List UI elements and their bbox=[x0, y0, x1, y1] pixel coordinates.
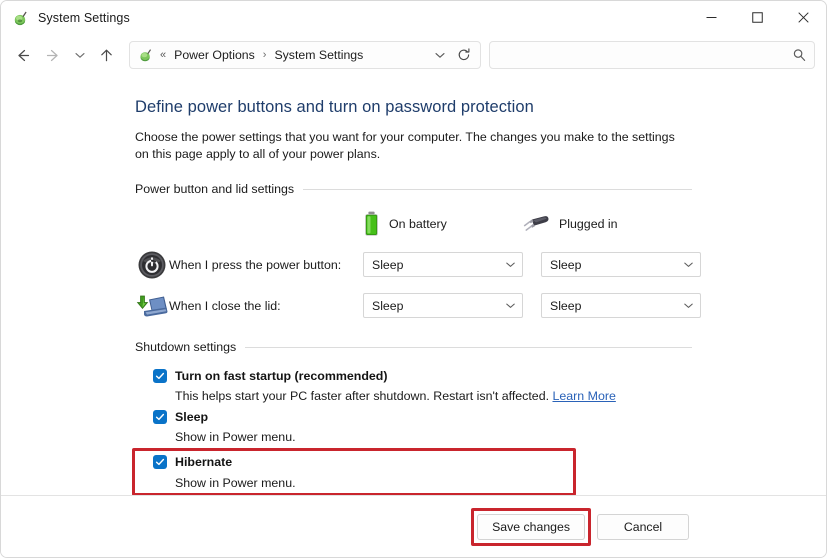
column-plugged-in: Plugged in bbox=[523, 214, 683, 234]
breadcrumb-item-power-options[interactable]: Power Options bbox=[172, 45, 257, 65]
column-on-battery-label: On battery bbox=[389, 217, 447, 231]
setting-row-close-lid: When I close the lid: Sleep Sleep bbox=[135, 285, 701, 326]
save-changes-button[interactable]: Save changes bbox=[477, 513, 585, 540]
checkbox-label-fast-startup: Turn on fast startup (recommended) bbox=[175, 369, 388, 383]
list-item: Hibernate Show in Power menu. bbox=[132, 448, 692, 495]
setting-row-power-button-label: When I press the power button: bbox=[169, 257, 342, 272]
shutdown-section-header: Shutdown settings bbox=[135, 340, 692, 354]
checkbox-row-sleep[interactable]: Sleep bbox=[135, 407, 692, 427]
breadcrumb-overflow[interactable]: « bbox=[160, 49, 166, 61]
power-button-icon bbox=[135, 250, 169, 280]
back-button[interactable] bbox=[7, 40, 38, 70]
footer-bar: Save changes Cancel bbox=[1, 495, 826, 557]
chevron-down-icon bbox=[505, 259, 516, 270]
forward-button[interactable] bbox=[38, 40, 69, 70]
close-lid-plugged-in-value: Sleep bbox=[550, 298, 582, 313]
search-icon[interactable] bbox=[792, 48, 806, 62]
minimize-button[interactable] bbox=[688, 1, 734, 34]
chevron-down-icon bbox=[505, 300, 516, 311]
shutdown-settings-list: Turn on fast startup (recommended) This … bbox=[132, 366, 692, 495]
list-item: Turn on fast startup (recommended) This … bbox=[135, 366, 692, 407]
breadcrumb-item-system-settings[interactable]: System Settings bbox=[272, 45, 365, 65]
power-lid-section-header: Power button and lid settings bbox=[135, 182, 692, 196]
close-lid-plugged-in-select[interactable]: Sleep bbox=[541, 293, 701, 318]
window-title: System Settings bbox=[38, 10, 130, 25]
learn-more-link[interactable]: Learn More bbox=[552, 389, 615, 403]
checkbox-label-hibernate: Hibernate bbox=[175, 455, 233, 469]
battery-icon bbox=[363, 211, 380, 237]
page-title: Define power buttons and turn on passwor… bbox=[135, 98, 534, 116]
close-lid-on-battery-value: Sleep bbox=[372, 298, 404, 313]
fast-startup-description-text: This helps start your PC faster after sh… bbox=[175, 389, 550, 403]
column-plugged-in-label: Plugged in bbox=[559, 217, 618, 231]
power-button-on-battery-select[interactable]: Sleep bbox=[363, 252, 523, 277]
breadcrumb-separator: › bbox=[262, 49, 267, 61]
column-headers: On battery Plugged in bbox=[135, 208, 692, 240]
search-box[interactable] bbox=[489, 41, 815, 69]
window-controls bbox=[688, 1, 826, 34]
chevron-down-icon bbox=[683, 300, 694, 311]
content-inner: Define power buttons and turn on passwor… bbox=[1, 98, 826, 495]
page-description: Choose the power settings that you want … bbox=[135, 130, 675, 161]
setting-row-power-button: When I press the power button: Sleep Sle… bbox=[135, 244, 701, 285]
checkbox-fast-startup[interactable] bbox=[153, 369, 167, 383]
checkbox-description-hibernate: Show in Power menu. bbox=[175, 476, 296, 490]
power-button-plugged-in-select[interactable]: Sleep bbox=[541, 252, 701, 277]
up-button[interactable] bbox=[91, 40, 122, 70]
checkbox-row-hibernate[interactable]: Hibernate bbox=[135, 451, 692, 473]
section-divider bbox=[245, 346, 692, 348]
checkbox-sleep[interactable] bbox=[153, 410, 167, 424]
navigation-bar: « Power Options › System Settings bbox=[1, 34, 826, 76]
power-button-plugged-in-value: Sleep bbox=[550, 257, 582, 272]
power-options-icon bbox=[12, 9, 30, 27]
power-plug-icon bbox=[523, 214, 550, 234]
address-bar[interactable]: « Power Options › System Settings bbox=[129, 41, 481, 69]
laptop-lid-icon bbox=[135, 292, 169, 320]
power-lid-section-title: Power button and lid settings bbox=[135, 182, 295, 196]
cancel-button[interactable]: Cancel bbox=[597, 513, 689, 540]
title-bar: System Settings bbox=[1, 1, 826, 34]
checkbox-label-sleep: Sleep bbox=[175, 410, 209, 424]
chevron-down-icon[interactable] bbox=[428, 43, 452, 67]
search-input[interactable] bbox=[498, 48, 792, 62]
maximize-button[interactable] bbox=[734, 1, 780, 34]
shutdown-section-title: Shutdown settings bbox=[135, 340, 237, 354]
power-button-on-battery-value: Sleep bbox=[372, 257, 404, 272]
content-area: Define power buttons and turn on passwor… bbox=[1, 76, 826, 495]
save-changes-wrapper: Save changes bbox=[471, 507, 591, 546]
checkbox-description-fast-startup: This helps start your PC faster after sh… bbox=[135, 386, 692, 407]
chevron-down-icon bbox=[683, 259, 694, 270]
list-item: Sleep Show in Power menu. bbox=[135, 407, 692, 448]
column-on-battery: On battery bbox=[363, 211, 523, 237]
section-divider bbox=[303, 188, 692, 190]
checkbox-hibernate[interactable] bbox=[153, 455, 167, 469]
checkbox-description-sleep: Show in Power menu. bbox=[175, 430, 296, 444]
checkbox-row-fast-startup[interactable]: Turn on fast startup (recommended) bbox=[135, 366, 692, 386]
recent-locations-button[interactable] bbox=[69, 40, 91, 70]
refresh-icon[interactable] bbox=[452, 43, 476, 67]
breadcrumb-power-options-icon bbox=[138, 47, 154, 63]
setting-row-close-lid-label: When I close the lid: bbox=[169, 298, 281, 313]
system-settings-window: System Settings « Power Options › System… bbox=[0, 0, 827, 558]
close-lid-on-battery-select[interactable]: Sleep bbox=[363, 293, 523, 318]
close-button[interactable] bbox=[780, 1, 826, 34]
